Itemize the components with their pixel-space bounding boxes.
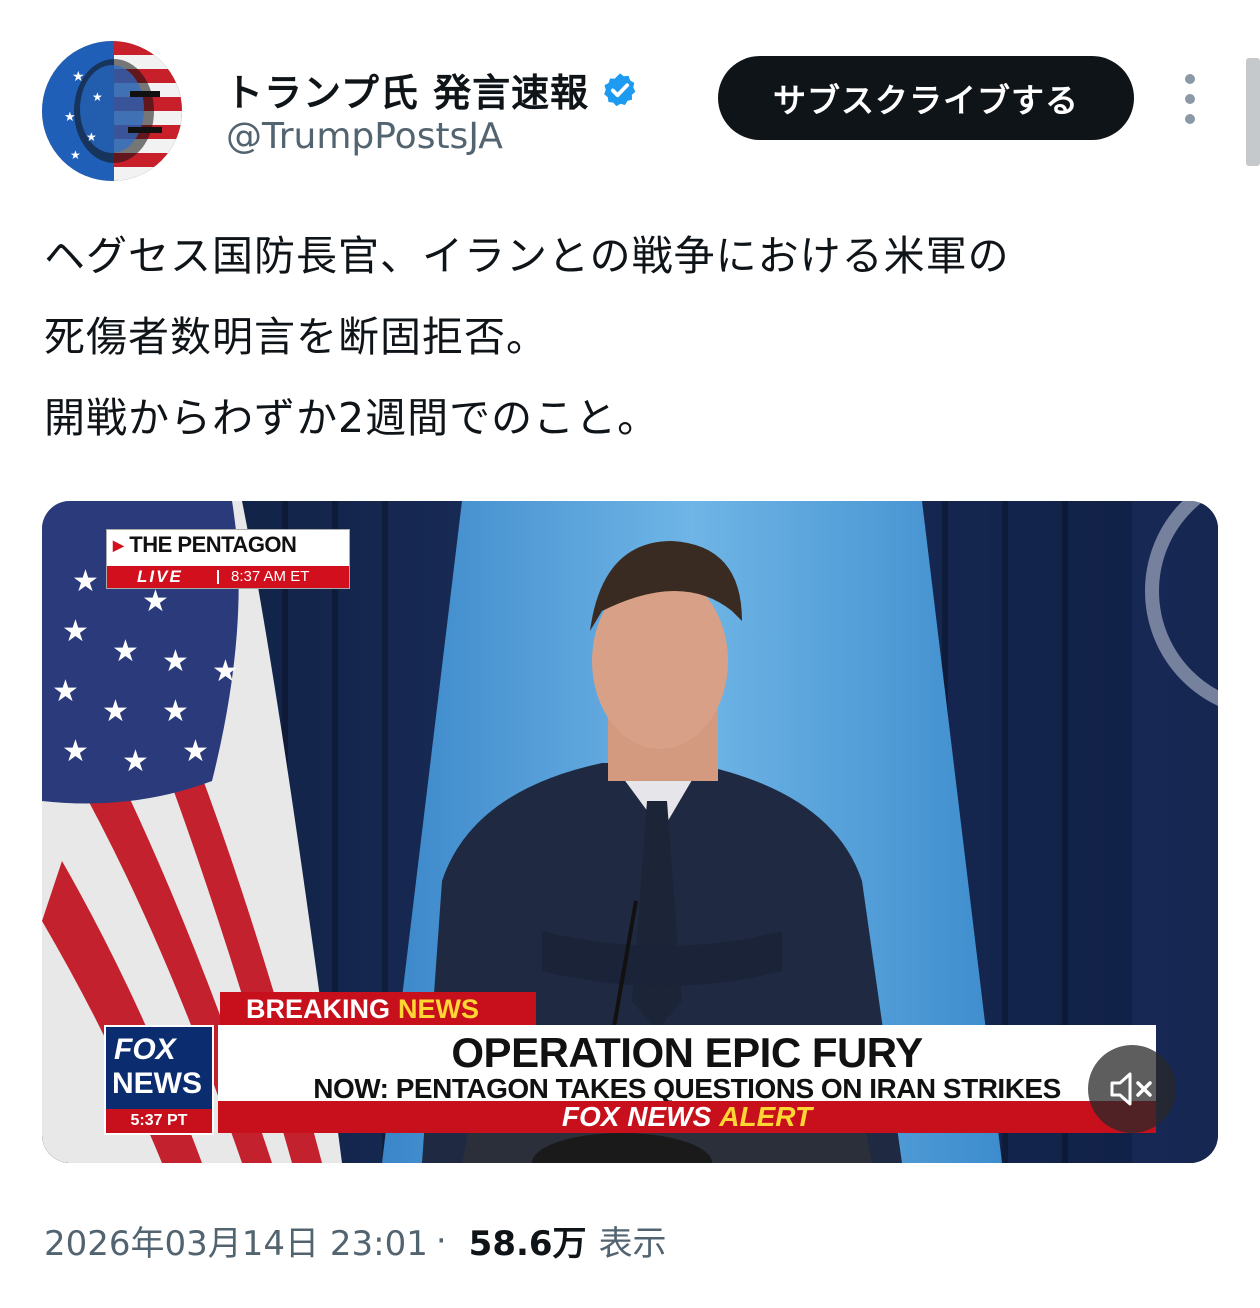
author-name[interactable]: トランプ氏 発言速報 (225, 62, 589, 117)
svg-text:★: ★ (162, 694, 189, 729)
scrollbar[interactable] (1246, 58, 1260, 166)
location-text: THE PENTAGON (113, 532, 297, 558)
avatar-image: ★ ★ ★ ★ ★ (42, 41, 182, 181)
location-chyron: THE PENTAGON LIVE 8:37 AM ET (106, 529, 350, 589)
svg-text:★: ★ (182, 734, 209, 769)
meta-separator: · (435, 1220, 447, 1261)
logo-top: FOX (114, 1033, 176, 1066)
post-meta: 2026年03月14日 23:01 · 58.6万 表示 (44, 1216, 667, 1265)
svg-text:★: ★ (112, 634, 139, 669)
logo-time: 5:37 PT (106, 1109, 212, 1133)
live-bar: LIVE 8:37 AM ET (107, 566, 349, 588)
svg-text:★: ★ (62, 734, 89, 769)
post-timestamp[interactable]: 2026年03月14日 23:01 (44, 1216, 428, 1265)
alert-network: FOX NEWS (561, 1101, 712, 1132)
svg-text:★: ★ (212, 654, 239, 689)
svg-text:★: ★ (52, 674, 79, 709)
svg-text:★: ★ (86, 130, 97, 144)
breaking-news-banner: BREAKING NEWS (220, 992, 536, 1026)
speaker-muted-icon (1110, 1072, 1152, 1106)
svg-text:★: ★ (102, 694, 129, 729)
svg-text:★: ★ (142, 584, 169, 619)
alert-word: ALERT (719, 1101, 813, 1132)
author-row: トランプ氏 発言速報 (225, 62, 639, 117)
more-dot (1185, 114, 1195, 124)
mute-button[interactable] (1088, 1045, 1176, 1133)
post-text: ヘグセス国防長官、イランとの戦争における米軍の 死傷者数明言を断固拒否。 開戦か… (44, 232, 1010, 442)
subscribe-button[interactable]: サブスクライブする (718, 56, 1134, 140)
fox-news-logo: FOX NEWS 5:37 PT (104, 1025, 214, 1135)
live-time: 8:37 AM ET (231, 568, 310, 585)
svg-text:★: ★ (70, 148, 81, 162)
avatar[interactable]: ★ ★ ★ ★ ★ (42, 41, 182, 181)
more-dot (1185, 74, 1195, 84)
breaking-label: BREAKING (246, 993, 391, 1024)
svg-text:★: ★ (72, 564, 99, 599)
video-player[interactable]: ★★★ ★★★ ★★★ ★★★ THE PENTAGON LIVE 8:37 A… (42, 501, 1218, 1163)
svg-text:★: ★ (64, 110, 76, 125)
live-divider (217, 570, 219, 584)
svg-text:★: ★ (162, 644, 189, 679)
headline: OPERATION EPIC FURY (451, 1029, 923, 1076)
svg-text:★: ★ (92, 90, 103, 104)
verified-badge-icon (604, 72, 636, 106)
svg-text:★: ★ (62, 614, 89, 649)
view-label: 表示 (598, 1224, 667, 1264)
live-label: LIVE (137, 567, 183, 586)
logo-bottom: NEWS (112, 1067, 202, 1100)
more-dot (1185, 94, 1195, 104)
view-count[interactable]: 58.6万 (469, 1216, 587, 1265)
svg-text:★: ★ (122, 744, 149, 779)
breaking-news-label: NEWS (398, 993, 480, 1024)
author-handle[interactable]: @TrumpPostsJA (226, 116, 503, 157)
alert-bar: FOX NEWS ALERT (218, 1101, 1156, 1133)
svg-text:★: ★ (72, 69, 85, 85)
more-options-icon[interactable] (1176, 74, 1204, 124)
